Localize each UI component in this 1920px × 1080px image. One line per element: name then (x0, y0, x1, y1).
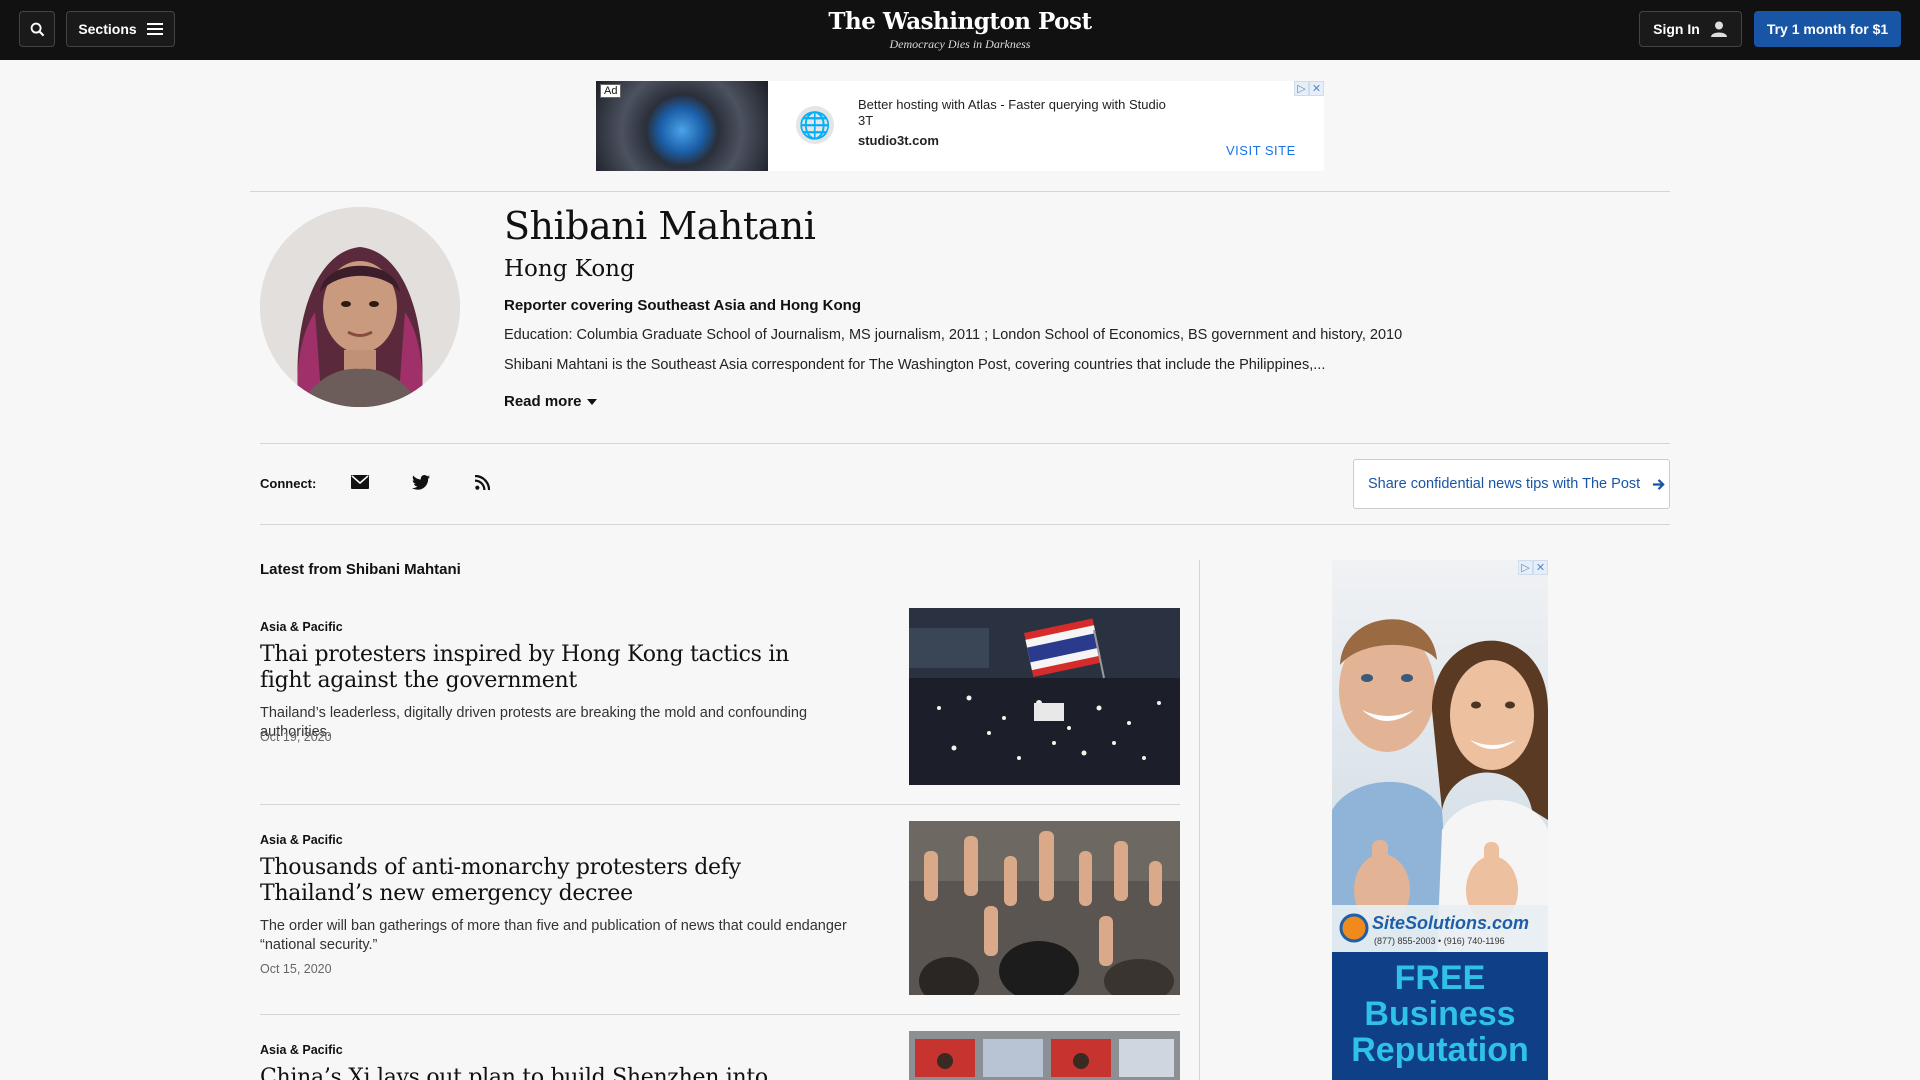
author-role: Reporter covering Southeast Asia and Hon… (504, 297, 861, 314)
adchoices-icon[interactable]: ▷ (1294, 81, 1309, 96)
side-ad-phone: (877) 855-2003 • (916) 740-1196 (1374, 936, 1505, 946)
read-more-label: Read more (504, 393, 582, 410)
story-headline[interactable]: China’s Xi lays out plan to build Shenzh… (260, 1065, 820, 1080)
divider (260, 1014, 1180, 1015)
close-ad-icon[interactable]: ✕ (1309, 81, 1324, 96)
email-icon[interactable] (350, 472, 370, 492)
logo-wordmark: The Washington Post (828, 8, 1092, 35)
side-ad-line-2: Business (1364, 995, 1516, 1033)
globe-icon: 🌐 (796, 106, 834, 144)
story-item[interactable]: Asia & Pacific Thousands of anti-monarch… (260, 821, 1180, 1014)
news-tips-label: Share confidential news tips with The Po… (1368, 476, 1641, 492)
author-name: Shibani Mahtani (504, 204, 816, 248)
search-icon (30, 22, 44, 36)
side-ad-headline: FREE Business Reputation (1332, 960, 1548, 1068)
side-ad[interactable]: SiteSolutions.com (877) 855-2003 • (916)… (1332, 560, 1548, 1080)
story-dek: Thailand’s leaderless, digitally driven … (260, 705, 808, 740)
author-location: Hong Kong (504, 256, 635, 282)
sections-label: Sections (78, 21, 137, 37)
adchoices[interactable]: ▷ ✕ (1294, 81, 1324, 96)
hamburger-icon (146, 23, 163, 35)
sections-button[interactable]: Sections (66, 11, 175, 47)
ad-text: Better hosting with Atlas - Faster query… (858, 97, 1166, 128)
story-kicker[interactable]: Asia & Pacific (260, 833, 343, 847)
visit-site-link[interactable]: VISIT SITE (1226, 143, 1296, 158)
read-more-button[interactable]: Read more (504, 393, 597, 410)
ad-domain: studio3t.com (858, 133, 939, 148)
top-nav-bar: Sections The Washington Post Democracy D… (0, 0, 1920, 60)
twitter-icon[interactable] (411, 472, 431, 492)
search-button[interactable] (19, 11, 55, 47)
latest-heading: Latest from Shibani Mahtani (260, 561, 461, 578)
logo-tagline: Democracy Dies in Darkness (889, 37, 1031, 51)
side-ad-line-1: FREE (1394, 959, 1486, 997)
divider (260, 524, 1670, 525)
news-tips-button[interactable]: Share confidential news tips with The Po… (1353, 459, 1670, 509)
story-thumbnail[interactable] (909, 608, 1180, 785)
author-bio: Shibani Mahtani is the Southeast Asia co… (504, 357, 1326, 373)
column-divider (1199, 560, 1200, 1080)
site-logo[interactable]: The Washington Post Democracy Dies in Da… (760, 8, 1160, 52)
author-education: Education: Columbia Graduate School of J… (504, 327, 1403, 343)
story-item[interactable]: Asia & Pacific China’s Xi lays out plan … (260, 1031, 1180, 1080)
story-item[interactable]: Asia & Pacific Thai protesters inspired … (260, 608, 1180, 804)
ad-image: Ad (596, 81, 768, 171)
divider (260, 804, 1180, 805)
connect-label: Connect: (260, 476, 317, 491)
adchoices-icon[interactable]: ▷ (1518, 560, 1533, 575)
story-thumbnail[interactable] (909, 821, 1180, 995)
sign-in-label: Sign In (1653, 21, 1700, 37)
divider (250, 191, 1670, 192)
story-dek: The order will ban gatherings of more th… (260, 918, 847, 953)
story-headline[interactable]: Thousands of anti-monarchy protesters de… (260, 855, 820, 907)
story-kicker[interactable]: Asia & Pacific (260, 1043, 343, 1057)
user-icon (1710, 21, 1727, 37)
top-ad-banner[interactable]: Ad 🌐 Better hosting with Atlas - Faster … (596, 81, 1324, 171)
story-date: Oct 19, 2020 (260, 730, 332, 744)
rss-icon[interactable] (472, 472, 492, 492)
divider (260, 443, 1670, 444)
story-date: Oct 15, 2020 (260, 962, 332, 976)
story-kicker[interactable]: Asia & Pacific (260, 620, 343, 634)
side-adchoices[interactable]: ▷ ✕ (1518, 560, 1548, 575)
side-ad-brand: SiteSolutions.com (1372, 913, 1530, 933)
subscribe-button[interactable]: Try 1 month for $1 (1754, 11, 1901, 47)
ad-label: Ad (600, 84, 622, 98)
sign-in-button[interactable]: Sign In (1639, 11, 1742, 47)
arrow-right-icon (1653, 478, 1665, 490)
story-headline[interactable]: Thai protesters inspired by Hong Kong ta… (260, 642, 820, 694)
caret-down-icon (586, 398, 597, 405)
close-ad-icon[interactable]: ✕ (1533, 560, 1548, 575)
story-thumbnail[interactable] (909, 1031, 1180, 1080)
author-avatar (260, 207, 460, 407)
side-ad-line-3: Reputation (1351, 1031, 1529, 1069)
